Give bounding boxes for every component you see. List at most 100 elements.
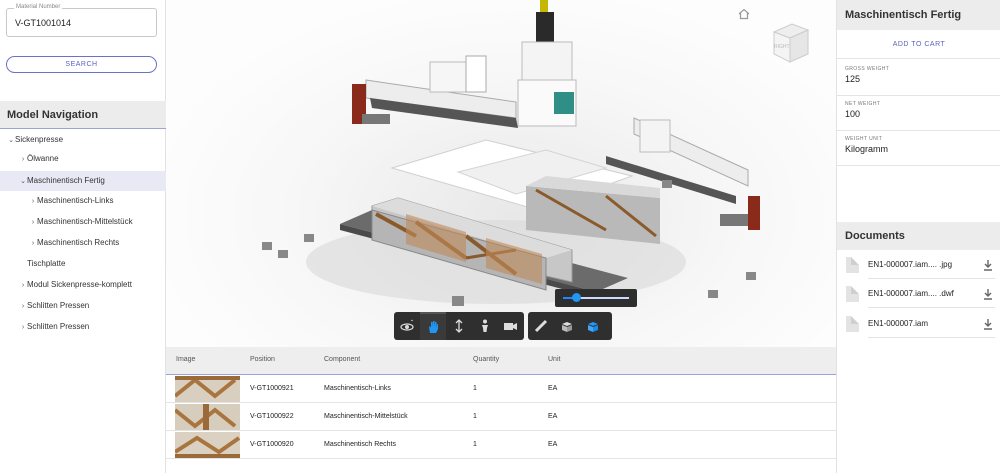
chevron-right-icon[interactable]: ›: [19, 318, 27, 338]
exploded-3d-model[interactable]: [166, 0, 836, 347]
chevron-right-icon[interactable]: ›: [29, 234, 37, 254]
tree-node-schlitten-pressen-2[interactable]: › Schlitten Pressen: [0, 317, 166, 337]
chevron-right-icon[interactable]: ›: [19, 150, 27, 170]
orbit-icon: [400, 319, 414, 331]
file-icon: [846, 316, 859, 332]
cell-unit: EA: [548, 441, 558, 448]
viewcube-icon[interactable]: RIGHT: [770, 20, 812, 66]
table-row[interactable]: V-GT1000920 Maschinentisch Rechts 1 EA: [166, 431, 836, 459]
tree-node-label: Maschinentisch-Links: [37, 196, 114, 205]
header-unit: Unit: [548, 356, 561, 363]
model-navigation-title: Model Navigation: [0, 101, 166, 129]
app-root: Material Number V-GT1001014 SEARCH Model…: [0, 0, 1000, 473]
file-icon: [846, 286, 859, 302]
cell-quantity: 1: [473, 441, 477, 448]
cell-unit: EA: [548, 385, 558, 392]
download-icon[interactable]: [983, 318, 993, 330]
property-value: 125: [845, 74, 861, 84]
tree-node-schlitten-pressen[interactable]: › Schlitten Pressen: [0, 296, 166, 316]
chevron-right-icon[interactable]: ›: [19, 276, 27, 296]
tree-node-label: Schlitten Pressen: [27, 301, 90, 310]
tree-node-maschinentisch-fertig[interactable]: ⌄Maschinentisch Fertig: [0, 171, 166, 191]
tree-node-maschinentisch-rechts[interactable]: › Maschinentisch Rechts: [0, 233, 166, 253]
viewcube-face-label: RIGHT: [774, 44, 790, 50]
document-name[interactable]: EN1-000007.iam: [868, 319, 928, 328]
table-row[interactable]: V-GT1000922 Maschinentisch-Mittelstück 1…: [166, 403, 836, 431]
pan-tool[interactable]: [420, 312, 446, 340]
orbit-tool[interactable]: [394, 312, 420, 340]
chevron-down-icon[interactable]: ⌄: [7, 131, 15, 151]
model-browser-icon: [588, 322, 598, 332]
tree-node-label: Ölwanne: [27, 154, 59, 163]
tree-node-sickenpresse[interactable]: ⌄Sickenpresse: [0, 130, 166, 150]
dolly-tool[interactable]: [446, 312, 472, 340]
material-number-label: Material Number: [14, 4, 63, 10]
header-image: Image: [176, 356, 196, 363]
tree-node-oelwanne[interactable]: › Ölwanne: [0, 149, 166, 169]
download-icon[interactable]: [983, 259, 993, 271]
explode-slider[interactable]: [555, 289, 637, 307]
first-person-icon: [482, 319, 488, 332]
component-thumbnail: [175, 376, 240, 402]
camera-icon: [504, 323, 517, 330]
property-net-weight: NET WEIGHT 100: [837, 95, 1000, 131]
property-weight-unit: WEIGHT UNIT Kilogramm: [837, 130, 1000, 166]
property-gross-weight: GROSS WEIGHT 125: [837, 60, 1000, 96]
header-component: Component: [324, 356, 361, 363]
home-icon[interactable]: [738, 8, 750, 20]
property-key: GROSS WEIGHT: [845, 66, 890, 72]
document-item[interactable]: EN1-000007.iam.... .dwf: [837, 280, 1000, 309]
tree-node-label: Modul Sickenpresse-komplett: [27, 280, 132, 289]
header-position: Position: [250, 356, 275, 363]
model-viewer[interactable]: RIGHT: [166, 0, 836, 347]
tree-node-label: Schlitten Pressen: [27, 322, 90, 331]
model-browser-tool[interactable]: [580, 312, 606, 340]
table-row[interactable]: V-GT1000921 Maschinentisch-Links 1 EA: [166, 375, 836, 403]
material-number-value[interactable]: V-GT1001014: [15, 18, 71, 28]
inspect-toolbar: [528, 312, 612, 340]
cell-component: Maschinentisch-Links: [324, 385, 391, 392]
document-item[interactable]: EN1-000007.iam: [837, 310, 1000, 339]
tree-node-label: Sickenpresse: [15, 135, 64, 144]
file-icon: [846, 257, 859, 273]
explode-tool[interactable]: [554, 312, 580, 340]
chevron-down-icon[interactable]: ⌄: [19, 172, 27, 192]
property-value: 100: [845, 109, 861, 119]
property-value: Kilogramm: [845, 144, 889, 154]
navigation-toolbar: [394, 312, 524, 340]
divider: [868, 337, 995, 338]
material-number-field[interactable]: Material Number V-GT1001014: [6, 4, 157, 37]
cell-position: V-GT1000920: [250, 441, 294, 448]
tree-node-tischplatte[interactable]: Tischplatte: [0, 254, 166, 274]
slider-thumb[interactable]: [572, 293, 582, 302]
search-button[interactable]: SEARCH: [6, 56, 157, 73]
camera-tool[interactable]: [498, 312, 524, 340]
cell-unit: EA: [548, 413, 558, 420]
measure-icon: [534, 319, 548, 333]
chevron-right-icon[interactable]: ›: [19, 297, 27, 317]
tree-node-label: Maschinentisch Fertig: [27, 176, 105, 185]
cell-quantity: 1: [473, 413, 477, 420]
tree-node-modul-sickenpresse[interactable]: › Modul Sickenpresse-komplett: [0, 275, 166, 295]
left-panel: Material Number V-GT1001014 SEARCH Model…: [0, 0, 166, 473]
documents-title: Documents: [837, 222, 1000, 250]
property-key: WEIGHT UNIT: [845, 136, 883, 142]
tree-node-maschinentisch-links[interactable]: › Maschinentisch-Links: [0, 191, 166, 211]
add-to-cart-button[interactable]: ADD TO CART: [837, 30, 1000, 59]
chevron-right-icon[interactable]: ›: [29, 213, 37, 233]
measure-tool[interactable]: [528, 312, 554, 340]
document-name[interactable]: EN1-000007.iam.... .dwf: [868, 289, 954, 298]
tree-node-maschinentisch-mittelstueck[interactable]: › Maschinentisch-Mittelstück: [0, 212, 166, 232]
component-thumbnail: [175, 432, 240, 458]
tree-node-label: Maschinentisch Rechts: [37, 238, 120, 247]
tree-node-label: Maschinentisch-Mittelstück: [37, 217, 133, 226]
first-person-tool[interactable]: [472, 312, 498, 340]
explode-icon: [562, 322, 572, 332]
document-name[interactable]: EN1-000007.iam.... .jpg: [868, 260, 952, 269]
download-icon[interactable]: [983, 288, 993, 300]
document-item[interactable]: EN1-000007.iam.... .jpg: [837, 251, 1000, 280]
cell-position: V-GT1000922: [250, 413, 294, 420]
chevron-right-icon[interactable]: ›: [29, 192, 37, 212]
divider: [868, 278, 995, 279]
pan-icon: [429, 321, 438, 333]
